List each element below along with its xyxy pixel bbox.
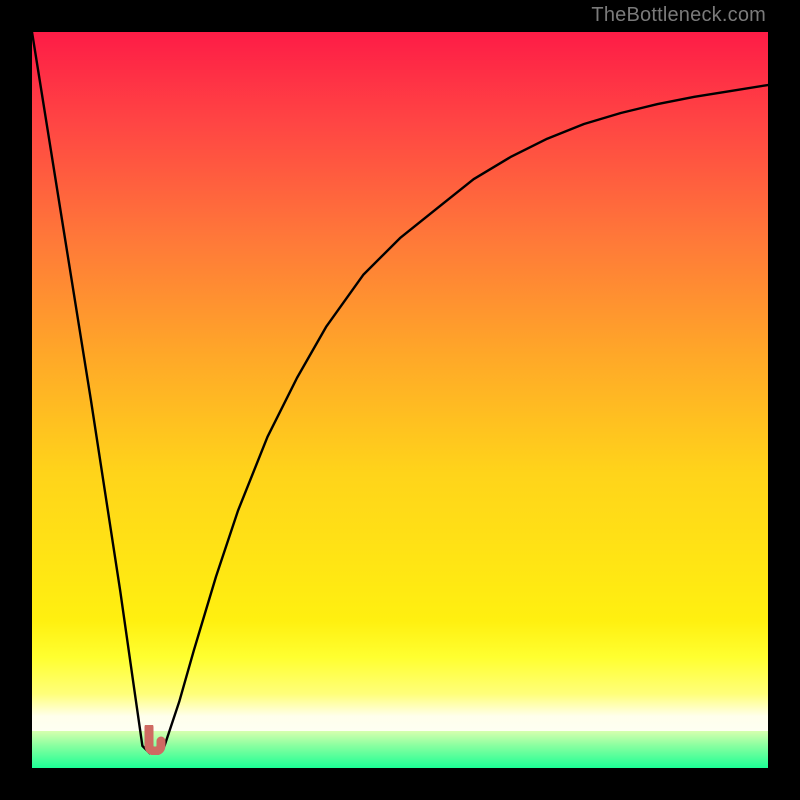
bottleneck-curve bbox=[32, 32, 768, 768]
plot-area bbox=[32, 32, 768, 768]
watermark-text: TheBottleneck.com bbox=[591, 4, 766, 27]
chart-frame: TheBottleneck.com bbox=[0, 0, 800, 800]
